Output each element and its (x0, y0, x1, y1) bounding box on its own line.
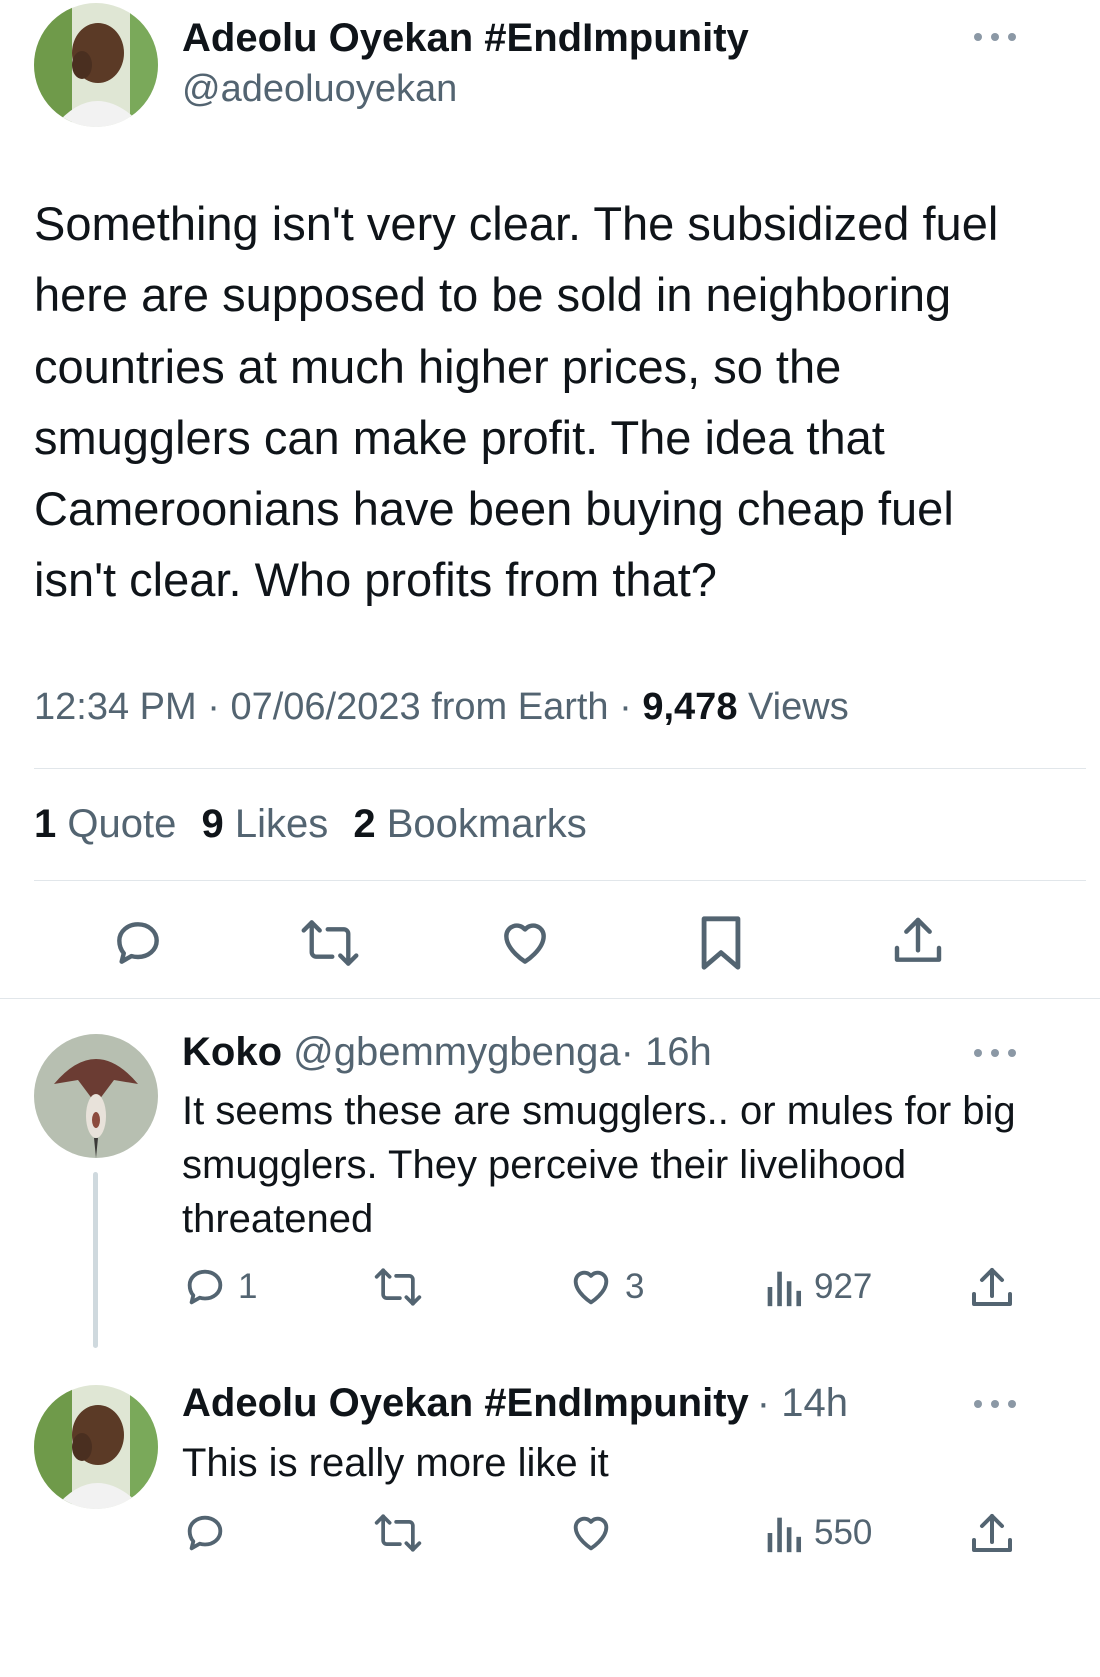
meta-dot: · (619, 686, 632, 728)
reply-time[interactable]: 16h (645, 1030, 712, 1074)
reply-separator: · (756, 1381, 771, 1425)
like-button[interactable] (567, 1510, 625, 1556)
likes-count: 9 (201, 802, 224, 846)
reply-separator: · (620, 1030, 634, 1074)
tweet-text: Something isn't very clear. The subsidiz… (34, 197, 999, 607)
author-avatar[interactable] (34, 3, 158, 127)
retweet-button[interactable] (372, 1264, 434, 1310)
tweet-time: 12:34 PM (34, 686, 197, 728)
thread-line (93, 1172, 98, 1348)
views-count: 927 (814, 1267, 873, 1306)
reply-avatar[interactable] (34, 1385, 158, 1509)
retweet-icon (301, 920, 359, 966)
tweet-stats: 1 Quote 9 Likes 2 Bookmarks (34, 802, 587, 847)
reply-icon (187, 1515, 223, 1551)
divider (0, 998, 1100, 999)
views-label[interactable]: Views (748, 686, 849, 728)
tweet-meta: 12:34 PM · 07/06/2023 from Earth · 9,478… (34, 686, 849, 729)
share-icon (972, 1268, 1012, 1306)
more-options-icon[interactable] (972, 1397, 1018, 1416)
author-name[interactable]: Adeolu Oyekan #EndImpunity (182, 16, 749, 61)
likes-stat[interactable]: 9 Likes (201, 802, 339, 846)
views-count: 550 (814, 1513, 873, 1552)
reply-button[interactable]: 1 (182, 1264, 257, 1310)
quotes-label: Quote (67, 802, 177, 846)
share-button[interactable] (968, 1510, 1016, 1558)
likes-label: Likes (234, 802, 329, 846)
reply-text: This is really more like it (182, 1441, 609, 1485)
divider (34, 768, 1086, 769)
views-count[interactable]: 9,478 (642, 686, 737, 728)
reply-text: It seems these are smugglers.. or mules … (182, 1089, 1016, 1241)
like-button[interactable] (496, 915, 554, 971)
retweet-button[interactable] (372, 1510, 434, 1556)
like-count: 3 (625, 1267, 645, 1306)
views-button[interactable]: 550 (762, 1510, 872, 1556)
views-button[interactable]: 927 (762, 1264, 872, 1310)
like-icon (573, 1270, 609, 1305)
like-icon (504, 923, 546, 964)
share-icon (972, 1514, 1012, 1552)
tweet-date: 07/06/2023 (230, 686, 421, 728)
retweet-icon (374, 1268, 422, 1306)
reply-button[interactable] (110, 915, 166, 971)
reply-author-name[interactable]: Koko (182, 1030, 282, 1074)
meta-dot: · (207, 686, 220, 728)
divider (34, 880, 1086, 881)
retweet-icon (374, 1514, 422, 1552)
reply-button[interactable] (182, 1510, 238, 1556)
reply-header: Koko @gbemmygbenga· 16h (182, 1030, 712, 1075)
share-button[interactable] (968, 1264, 1016, 1312)
bookmark-button[interactable] (696, 914, 746, 972)
share-icon (894, 917, 942, 962)
bookmarks-count: 2 (353, 802, 376, 846)
quotes-stat[interactable]: 1 Quote (34, 802, 187, 846)
author-handle[interactable]: @adeoluoyekan (182, 68, 457, 111)
reply-icon (117, 922, 159, 964)
reply-author-name[interactable]: Adeolu Oyekan #EndImpunity (182, 1381, 749, 1425)
reply-time[interactable]: 14h (781, 1381, 848, 1425)
views-icon (767, 1517, 802, 1553)
reply-avatar[interactable] (34, 1034, 158, 1158)
bookmark-icon (701, 916, 741, 970)
quotes-count: 1 (34, 802, 57, 846)
reply-count: 1 (238, 1267, 258, 1306)
views-icon (767, 1271, 802, 1307)
like-icon (573, 1516, 609, 1551)
share-button[interactable] (890, 912, 946, 970)
more-options-icon[interactable] (972, 30, 1018, 49)
retweet-button[interactable] (298, 915, 362, 971)
tweet-source: from Earth (431, 686, 609, 728)
like-button[interactable]: 3 (567, 1264, 644, 1310)
reply-author-handle[interactable]: @gbemmygbenga (293, 1030, 620, 1074)
reply-header: Adeolu Oyekan #EndImpunity · 14h (182, 1381, 848, 1426)
more-options-icon[interactable] (972, 1046, 1018, 1065)
bookmarks-stat[interactable]: 2 Bookmarks (353, 802, 586, 846)
bookmarks-label: Bookmarks (386, 802, 587, 846)
reply-icon (187, 1269, 223, 1305)
